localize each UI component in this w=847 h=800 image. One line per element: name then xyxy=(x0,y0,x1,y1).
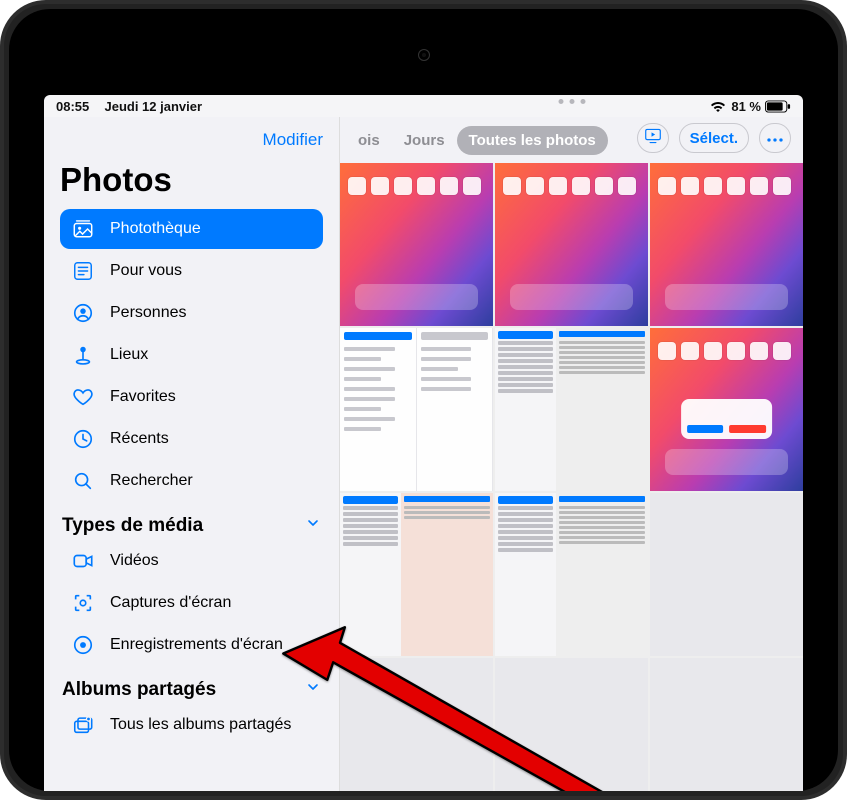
recording-icon xyxy=(70,633,96,657)
time-range-segmented[interactable]: ois Jours Toutes les photos xyxy=(346,126,608,155)
sidebar-item-screen-recordings[interactable]: Enregistrements d'écran xyxy=(60,625,323,665)
seg-months[interactable]: ois xyxy=(346,126,392,155)
battery-icon xyxy=(765,100,791,113)
status-battery-pct: 81 % xyxy=(731,99,761,114)
content-header: ois Jours Toutes les photos Sélect. xyxy=(340,117,803,163)
screen: 08:55 Jeudi 12 janvier 81 % Modifier Pho… xyxy=(44,95,803,791)
section-shared-albums[interactable]: Albums partagés xyxy=(62,679,321,701)
status-time: 08:55 xyxy=(56,99,89,114)
search-icon xyxy=(70,469,96,493)
photo-thumb[interactable] xyxy=(650,328,803,491)
clock-icon xyxy=(70,427,96,451)
photo-thumb[interactable] xyxy=(340,163,493,326)
photo-thumb[interactable] xyxy=(650,493,803,656)
sidebar: Modifier Photos Photothèque Pour vous xyxy=(44,117,340,791)
status-bar: 08:55 Jeudi 12 janvier 81 % xyxy=(44,95,803,117)
video-icon xyxy=(70,549,96,573)
sidebar-item-label: Récents xyxy=(110,430,169,448)
sidebar-item-label: Vidéos xyxy=(110,552,159,570)
screenshot-icon xyxy=(70,591,96,615)
section-title: Albums partagés xyxy=(62,679,216,701)
photo-grid-empty xyxy=(650,658,803,791)
photo-grid-empty xyxy=(340,658,493,791)
sidebar-item-search[interactable]: Rechercher xyxy=(60,461,323,501)
sidebar-item-all-shared[interactable]: Tous les albums partagés xyxy=(60,705,323,745)
photo-thumb[interactable] xyxy=(495,328,648,491)
tablet-mockup: 08:55 Jeudi 12 janvier 81 % Modifier Pho… xyxy=(0,0,847,800)
sidebar-item-label: Enregistrements d'écran xyxy=(110,636,283,654)
photo-thumb[interactable] xyxy=(495,493,648,656)
sidebar-item-screenshots[interactable]: Captures d'écran xyxy=(60,583,323,623)
sidebar-item-library[interactable]: Photothèque xyxy=(60,209,323,249)
modify-button[interactable]: Modifier xyxy=(263,130,323,150)
select-label: Sélect. xyxy=(690,130,738,147)
main-area: ois Jours Toutes les photos Sélect. xyxy=(340,117,803,791)
sidebar-item-label: Rechercher xyxy=(110,472,193,490)
photo-thumb[interactable] xyxy=(495,163,648,326)
more-button[interactable] xyxy=(759,123,791,153)
sidebar-item-label: Favorites xyxy=(110,388,176,406)
tv-play-icon xyxy=(644,128,662,148)
seg-all-photos[interactable]: Toutes les photos xyxy=(457,126,608,155)
sidebar-title: Photos xyxy=(60,161,323,199)
status-date: Jeudi 12 janvier xyxy=(104,99,202,114)
sidebar-item-label: Captures d'écran xyxy=(110,594,231,612)
sidebar-item-label: Lieux xyxy=(110,346,148,364)
wifi-icon xyxy=(709,99,727,113)
photo-thumb[interactable] xyxy=(340,328,493,491)
chevron-down-icon xyxy=(305,679,321,701)
heart-icon xyxy=(70,385,96,409)
sidebar-item-people[interactable]: Personnes xyxy=(60,293,323,333)
photo-thumb[interactable] xyxy=(340,493,493,656)
sidebar-item-places[interactable]: Lieux xyxy=(60,335,323,375)
library-icon xyxy=(70,217,96,241)
sidebar-item-videos[interactable]: Vidéos xyxy=(60,541,323,581)
tablet-camera xyxy=(418,49,430,61)
tablet-bezel-inner: 08:55 Jeudi 12 janvier 81 % Modifier Pho… xyxy=(9,9,838,791)
section-media-types[interactable]: Types de média xyxy=(62,515,321,537)
ellipsis-icon xyxy=(766,130,784,147)
sidebar-item-label: Pour vous xyxy=(110,262,182,280)
sidebar-item-for-you[interactable]: Pour vous xyxy=(60,251,323,291)
photo-grid[interactable] xyxy=(340,163,803,791)
chevron-down-icon xyxy=(305,515,321,537)
places-icon xyxy=(70,343,96,367)
section-title: Types de média xyxy=(62,515,203,537)
seg-days[interactable]: Jours xyxy=(392,126,457,155)
photo-grid-empty xyxy=(495,658,648,791)
sidebar-item-label: Photothèque xyxy=(110,220,201,238)
people-icon xyxy=(70,301,96,325)
slideshow-button[interactable] xyxy=(637,123,669,153)
shared-albums-icon xyxy=(70,713,96,737)
photo-thumb[interactable] xyxy=(650,163,803,326)
sidebar-item-label: Tous les albums partagés xyxy=(110,716,291,734)
for-you-icon xyxy=(70,259,96,283)
select-button[interactable]: Sélect. xyxy=(679,123,749,153)
sidebar-item-label: Personnes xyxy=(110,304,187,322)
multitask-dots-icon[interactable] xyxy=(558,99,585,104)
sidebar-item-recents[interactable]: Récents xyxy=(60,419,323,459)
tablet-bezel: 08:55 Jeudi 12 janvier 81 % Modifier Pho… xyxy=(0,0,847,800)
sidebar-item-favorites[interactable]: Favorites xyxy=(60,377,323,417)
